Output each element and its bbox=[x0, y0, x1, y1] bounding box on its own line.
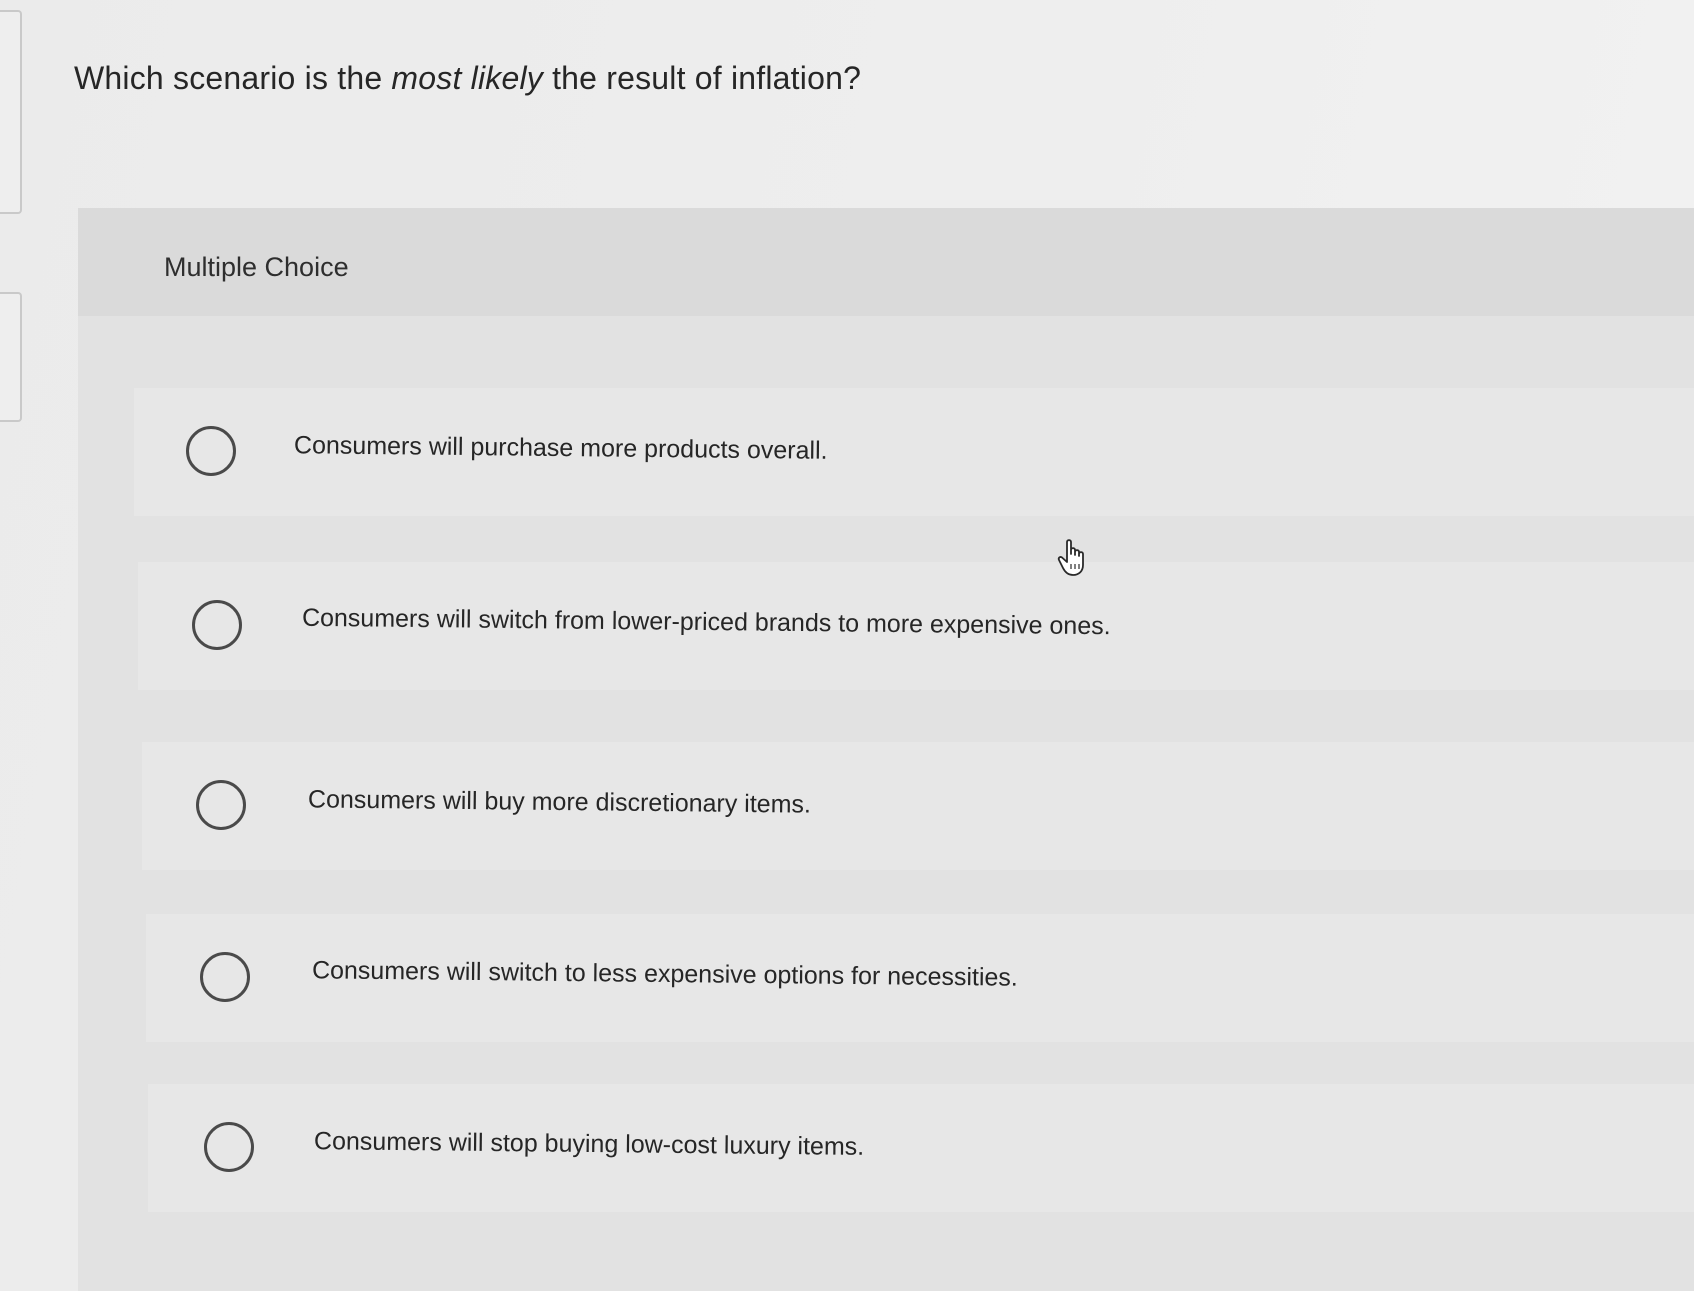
page: Which scenario is the most likely the re… bbox=[0, 0, 1694, 1291]
question-text-start: Which scenario is the bbox=[74, 60, 392, 96]
multiple-choice-panel: Multiple Choice Consumers will purchase … bbox=[78, 208, 1694, 1291]
choice-label: Consumers will purchase more products ov… bbox=[293, 431, 828, 465]
question-text-end: the result of inflation? bbox=[542, 60, 862, 96]
choice-label: Consumers will stop buying low-cost luxu… bbox=[313, 1127, 865, 1161]
choice-option-5[interactable]: Consumers will stop buying low-cost luxu… bbox=[148, 1084, 1694, 1212]
radio-button[interactable] bbox=[204, 1122, 254, 1172]
choice-option-2[interactable]: Consumers will switch from lower-priced … bbox=[138, 562, 1694, 690]
panel-header: Multiple Choice bbox=[78, 208, 1694, 316]
radio-button[interactable] bbox=[200, 952, 250, 1002]
radio-button[interactable] bbox=[192, 600, 242, 650]
question-emphasis: most likely bbox=[391, 60, 543, 96]
choice-option-3[interactable]: Consumers will buy more discretionary it… bbox=[142, 742, 1694, 870]
hand-pointer-icon bbox=[1057, 539, 1084, 576]
choice-option-1[interactable]: Consumers will purchase more products ov… bbox=[134, 388, 1694, 516]
choice-label: Consumers will switch from lower-priced … bbox=[301, 603, 1111, 641]
section-label: Multiple Choice bbox=[164, 252, 349, 282]
choice-label: Consumers will buy more discretionary it… bbox=[307, 785, 812, 819]
radio-button[interactable] bbox=[186, 426, 236, 476]
left-edge-tab bbox=[0, 292, 22, 422]
question-text: Which scenario is the most likely the re… bbox=[74, 60, 861, 97]
left-edge-tab bbox=[0, 10, 22, 214]
radio-button[interactable] bbox=[196, 780, 246, 830]
choice-option-4[interactable]: Consumers will switch to less expensive … bbox=[146, 914, 1694, 1042]
choice-label: Consumers will switch to less expensive … bbox=[311, 956, 1018, 992]
